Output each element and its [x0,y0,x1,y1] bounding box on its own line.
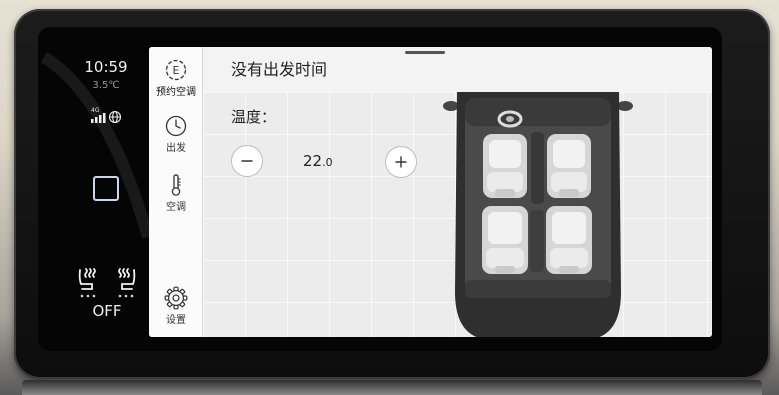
rear-left-seat[interactable] [482,206,528,274]
front-left-seat[interactable] [483,134,527,198]
seat-heating-left-icon[interactable] [78,268,96,290]
sidebar-item-scheduled-climate[interactable]: E 预约空调 [149,58,203,99]
dashboard-trim [22,380,762,395]
infotainment-screen: 10:59 3.5℃ 4G OFF E 预约空调 出发 空调 设置 没有出发时间… [38,27,722,351]
sidebar: E 预约空调 出发 空调 设置 [149,47,203,337]
gear-icon [164,286,188,310]
globe-icon [108,110,122,124]
seat-heating-right-icon[interactable] [118,268,136,290]
plus-icon [395,156,407,168]
increase-temperature-button[interactable] [385,146,417,178]
center-console [531,132,544,204]
climate-content: 温度： 22.0 [203,92,712,337]
sidebar-item-departure[interactable]: 出发 [149,114,203,155]
minus-icon [241,160,253,162]
drag-handle[interactable] [405,51,445,54]
network-type-label: 4G [91,107,100,114]
clock-icon [165,115,187,137]
decrease-temperature-button[interactable] [231,145,263,177]
car-top-view [443,92,633,337]
sidebar-item-label: 出发 [166,143,186,154]
temperature-integer: 22 [303,152,323,170]
temperature-decimal: .0 [322,156,333,169]
e-charging-icon: E [165,59,187,81]
rear-center-seat [530,210,544,272]
network-signal-icon: 4G [91,107,122,124]
sidebar-item-label: 设置 [166,315,186,326]
rear-right-seat[interactable] [546,206,592,274]
climate-panel: E 预约空调 出发 空调 设置 没有出发时间 温度： 22.0 [149,47,712,337]
front-right-seat[interactable] [547,134,591,198]
sidebar-item-label: 预约空调 [156,87,196,98]
sidebar-item-label: 空调 [166,202,186,213]
panel-header: 没有出发时间 [203,47,712,92]
sidebar-item-air-conditioning[interactable]: 空调 [149,173,203,214]
seat-heating-controls [78,268,136,298]
thermometer-icon [171,174,181,196]
temperature-label: 温度： [231,108,277,126]
left-mirror [443,101,459,111]
dashboard [465,98,611,126]
square-shortcut-button[interactable] [93,176,119,201]
clock-time: 10:59 [84,58,128,76]
heat-level-dots [80,294,134,298]
outside-temperature: 3.5℃ [92,80,120,91]
page-title: 没有出发时间 [231,60,328,79]
sidebar-item-settings[interactable]: 设置 [149,286,203,327]
e-charging-letter: E [173,65,180,77]
rear-parcel-shelf [465,280,611,298]
right-mirror [617,101,633,111]
temperature-value: 22.0 [303,151,333,173]
seat-heating-status: OFF [92,302,122,320]
